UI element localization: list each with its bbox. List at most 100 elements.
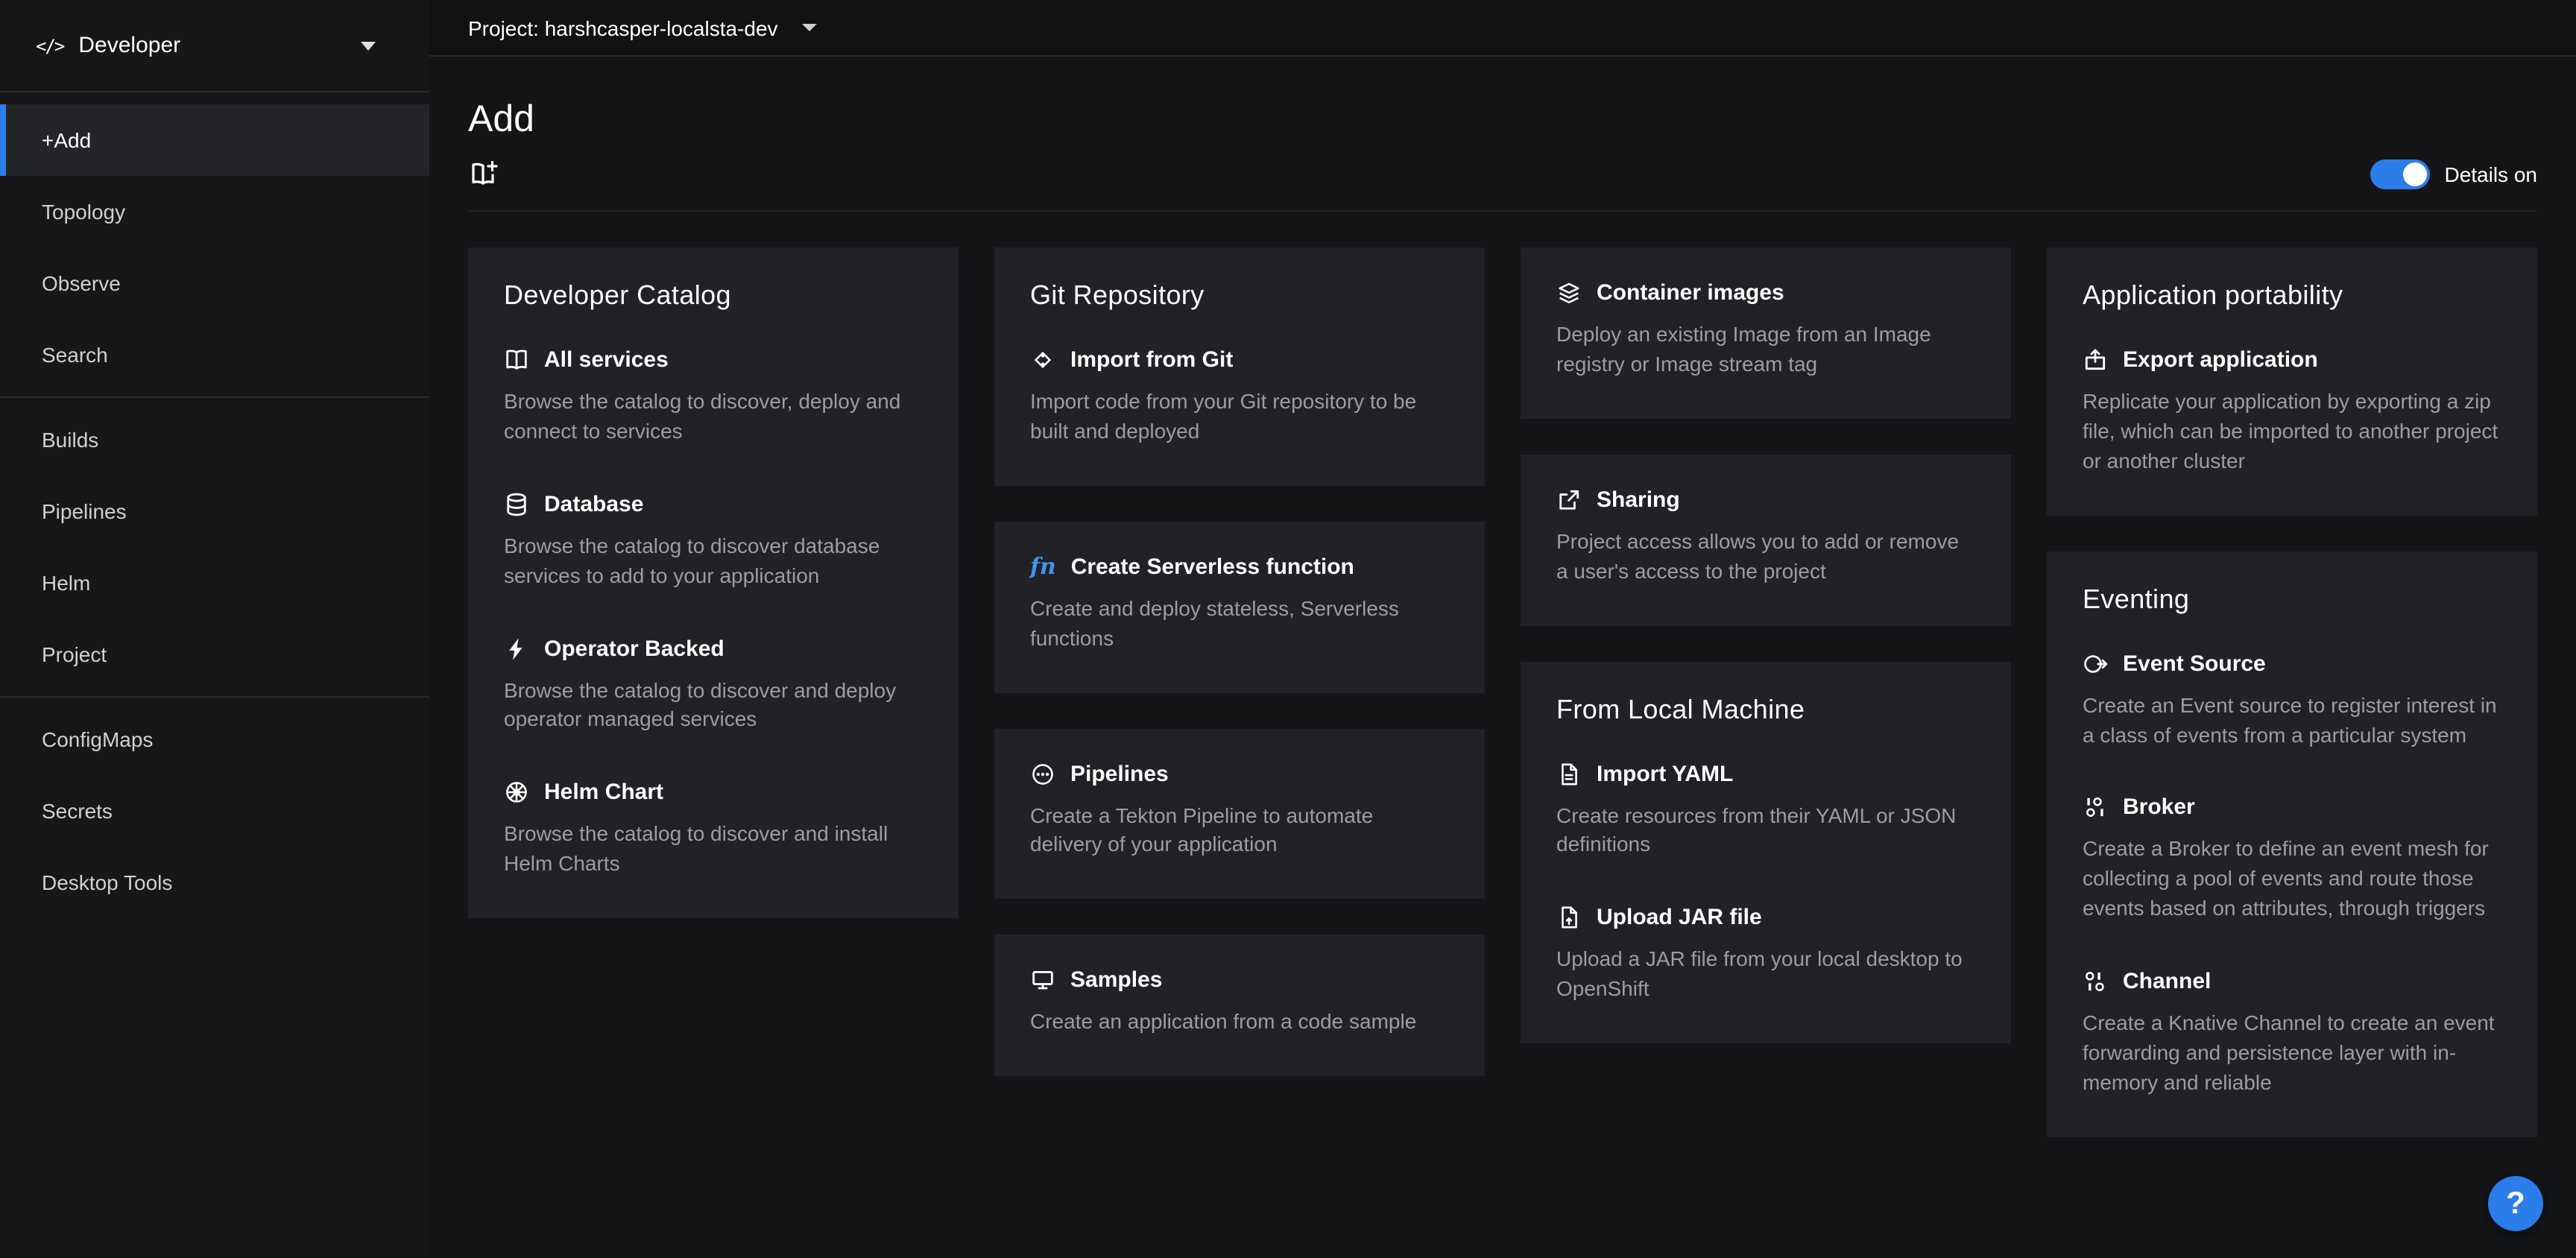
sidebar-group-divider <box>0 696 429 698</box>
chevron-down-icon <box>361 41 376 50</box>
add-action-upload-jar-file[interactable]: Upload JAR fileUpload a JAR file from yo… <box>1556 905 1975 1005</box>
grid-column-2: Git RepositoryImport from GitImport code… <box>994 247 1485 1076</box>
helm-icon <box>504 780 529 806</box>
operator-icon <box>504 636 529 661</box>
item-label: Sharing <box>1597 487 1680 513</box>
card-eventing: Eventing Event Source Create an Event sour… <box>2047 551 2537 1137</box>
jar-icon <box>1556 905 1582 931</box>
item-description: Create and deploy stateless, Serverless … <box>1030 595 1449 654</box>
item-label: Database <box>544 492 643 517</box>
sidebar-item-add[interactable]: +Add <box>0 104 429 176</box>
developer-perspective-icon: </> <box>36 35 63 56</box>
item-head: Import from Git <box>1030 347 1449 373</box>
channel-icon <box>2083 969 2108 994</box>
details-toggle[interactable] <box>2370 159 2429 189</box>
details-switch-group: Details on <box>2370 159 2537 189</box>
add-action-container-images[interactable]: Container imagesDeploy an existing Image… <box>1556 280 1975 380</box>
app-window: </> Developer +AddTopologyObserveSearch B… <box>0 0 2576 1258</box>
sidebar-item-observe[interactable]: Observe <box>0 247 429 319</box>
item-head: Operator Backed <box>504 636 923 661</box>
sidebar-item-helm[interactable]: Helm <box>0 547 429 619</box>
item-description: Deploy an existing Image from an Image r… <box>1556 320 1975 380</box>
add-action-event-source[interactable]: Event Source Create an Event source to re… <box>2083 651 2501 750</box>
card-title: Application portability <box>2083 280 2501 312</box>
sidebar-group-divider <box>0 396 429 398</box>
grid-column-4: Application portability Export applicatio… <box>2047 247 2537 1137</box>
sidebar-item-search[interactable]: Search <box>0 319 429 391</box>
quick-starts-button[interactable] <box>468 159 501 189</box>
item-label: Create Serverless function <box>1071 554 1354 580</box>
item-description: Create an Event source to register inter… <box>2083 691 2501 750</box>
sidebar-item-pipelines[interactable]: Pipelines <box>0 475 429 547</box>
card-title: From Local Machine <box>1556 694 1975 725</box>
add-action-helm-chart[interactable]: Helm Chart Browse the catalog to discover… <box>504 780 923 880</box>
add-action-all-services[interactable]: All servicesBrowse the catalog to discov… <box>504 347 923 447</box>
add-action-import-from-git[interactable]: Import from Git Import code from your Git… <box>1030 347 1449 447</box>
card-container-images: Container imagesDeploy an existing Image… <box>1521 247 2011 419</box>
project-selector[interactable]: Project: harshcasper-localsta-dev <box>468 16 817 39</box>
add-action-samples[interactable]: SamplesCreate an application from a code… <box>1030 968 1449 1038</box>
add-action-channel[interactable]: ChannelCreate a Knative Channel to creat… <box>2083 969 2501 1098</box>
sidebar-item-secrets[interactable]: Secrets <box>0 775 429 847</box>
item-description: Create a Tekton Pipeline to automate del… <box>1030 801 1449 861</box>
sidebar-item-builds[interactable]: Builds <box>0 404 429 475</box>
container-icon <box>1556 280 1582 306</box>
project-selector-label: Project: harshcasper-localsta-dev <box>468 16 778 39</box>
card-title: Eventing <box>2083 584 2501 615</box>
item-description: Browse the catalog to discover database … <box>504 532 923 592</box>
export-icon <box>2083 347 2108 373</box>
perspective-switcher[interactable]: </> Developer <box>0 0 429 92</box>
toggle-knob <box>2402 162 2426 186</box>
item-description: Create resources from their YAML or JSON… <box>1556 801 1975 861</box>
broker-icon <box>2083 795 2108 821</box>
main-area: Project: harshcasper-localsta-dev Add De… <box>429 0 2576 1258</box>
card-application-portability: Application portability Export applicatio… <box>2047 247 2537 515</box>
serverless-fn-icon: fn <box>1030 556 1056 578</box>
item-label: Import YAML <box>1597 761 1733 786</box>
item-label: Event Source <box>2123 651 2266 676</box>
card-developer-catalog: Developer CatalogAll servicesBrowse the … <box>468 247 959 918</box>
item-head: Import YAML <box>1556 761 1975 786</box>
add-action-broker[interactable]: Broker Create a Broker to define an event… <box>2083 795 2501 924</box>
yaml-icon <box>1556 761 1582 786</box>
item-description: Create a Broker to define an event mesh … <box>2083 835 2501 924</box>
add-action-create-serverless-function[interactable]: fn Create Serverless function Create and d… <box>1030 554 1449 654</box>
card-from-local-machine: From Local Machine Import YAML Create reso… <box>1521 661 2011 1043</box>
add-action-export-application[interactable]: Export applicationReplicate your applica… <box>2083 347 2501 476</box>
grid-column-3: Container imagesDeploy an existing Image… <box>1521 247 2011 1043</box>
namespace-bar: Project: harshcasper-localsta-dev <box>429 0 2576 57</box>
item-description: Project access allows you to add or remo… <box>1556 528 1975 587</box>
catalog-icon <box>504 347 529 373</box>
card-git-repository: Git RepositoryImport from GitImport code… <box>994 247 1485 486</box>
add-cards-grid: Developer CatalogAll servicesBrowse the … <box>468 247 2537 1137</box>
sidebar-item-topology[interactable]: Topology <box>0 176 429 247</box>
sidebar-item-configmaps[interactable]: ConfigMaps <box>0 704 429 775</box>
add-action-pipelines[interactable]: PipelinesCreate a Tekton Pipeline to aut… <box>1030 761 1449 861</box>
item-head: All services <box>504 347 923 373</box>
add-page: Add Details on Developer CatalogAll serv… <box>429 57 2576 1258</box>
card-samples: SamplesCreate an application from a code… <box>994 935 1485 1077</box>
item-head: Channel <box>2083 969 2501 994</box>
caret-down-icon <box>802 24 817 31</box>
item-label: Operator Backed <box>544 636 724 661</box>
add-action-import-yaml[interactable]: Import YAML Create resources from their Y… <box>1556 761 1975 861</box>
add-action-sharing[interactable]: Sharing Project access allows you to add … <box>1556 487 1975 587</box>
pipelines-icon <box>1030 761 1055 786</box>
item-description: Import code from your Git repository to … <box>1030 388 1449 447</box>
item-label: Samples <box>1070 968 1162 993</box>
help-button[interactable]: ? <box>2488 1176 2543 1231</box>
item-label: Helm Chart <box>544 780 663 806</box>
item-description: Browse the catalog to discover and insta… <box>504 821 923 880</box>
page-title: Add <box>468 98 2537 142</box>
card-create-serverless-function: fn Create Serverless function Create and d… <box>994 522 1485 693</box>
add-action-operator-backed[interactable]: Operator BackedBrowse the catalog to dis… <box>504 636 923 736</box>
item-label: Broker <box>2123 795 2195 821</box>
sidebar-nav: +AddTopologyObserveSearch BuildsPipelines… <box>0 92 429 918</box>
add-action-database[interactable]: Database Browse the catalog to discover d… <box>504 492 923 592</box>
sidebar-item-project[interactable]: Project <box>0 619 429 690</box>
samples-icon <box>1030 968 1055 993</box>
item-description: Replicate your application by exporting … <box>2083 388 2501 476</box>
sidebar-item-desktop-tools[interactable]: Desktop Tools <box>0 847 429 918</box>
item-head: Broker <box>2083 795 2501 821</box>
details-toggle-label: Details on <box>2444 162 2537 186</box>
